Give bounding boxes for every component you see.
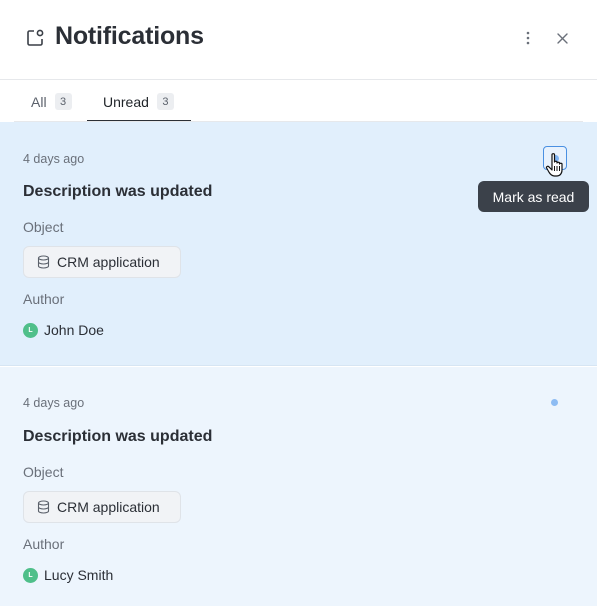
- close-button[interactable]: [553, 29, 571, 47]
- notification-title: Description was updated: [23, 183, 213, 200]
- notification-time: 4 days ago: [23, 396, 85, 410]
- object-chip-label: CRM application: [57, 254, 160, 270]
- more-vertical-icon: [526, 31, 530, 45]
- author: L John Doe: [23, 322, 104, 338]
- notification-item[interactable]: 4 days ago Description was updated Objec…: [0, 122, 597, 366]
- author-label: Author: [23, 291, 65, 307]
- object-label: Object: [23, 219, 64, 235]
- notification-bell-icon: [25, 28, 45, 48]
- notification-time: 4 days ago: [23, 152, 85, 166]
- tab-label: Unread: [103, 93, 149, 110]
- tab-label: All: [31, 93, 47, 110]
- author-name: John Doe: [44, 322, 104, 338]
- tab-all[interactable]: All 3: [15, 81, 79, 122]
- database-icon: [37, 255, 50, 269]
- panel-header: Notifications: [0, 0, 597, 80]
- object-chip-label: CRM application: [57, 499, 160, 515]
- notification-item[interactable]: 4 days ago Description was updated Objec…: [0, 367, 597, 606]
- notification-title: Description was updated: [23, 428, 213, 445]
- database-icon: [37, 500, 50, 514]
- author: L Lucy Smith: [23, 567, 113, 583]
- avatar: L: [23, 567, 38, 583]
- mark-as-read-button[interactable]: [543, 146, 567, 170]
- object-label: Object: [23, 464, 64, 480]
- notification-tabs: All 3 Unread 3: [0, 81, 597, 122]
- object-chip[interactable]: CRM application: [23, 491, 181, 523]
- tab-unread[interactable]: Unread 3: [87, 81, 191, 122]
- tab-count-badge: 3: [54, 93, 72, 110]
- mark-as-read-tooltip: Mark as read: [478, 181, 589, 212]
- unread-dot-icon: [551, 154, 559, 162]
- object-chip[interactable]: CRM application: [23, 246, 181, 278]
- author-label: Author: [23, 536, 65, 552]
- page-title: Notifications: [55, 22, 204, 50]
- author-name: Lucy Smith: [44, 567, 114, 583]
- close-icon: [556, 32, 568, 44]
- unread-dot-icon[interactable]: [551, 399, 558, 406]
- tab-count-badge: 3: [156, 93, 174, 110]
- more-options-button[interactable]: [519, 29, 537, 47]
- avatar: L: [23, 322, 38, 338]
